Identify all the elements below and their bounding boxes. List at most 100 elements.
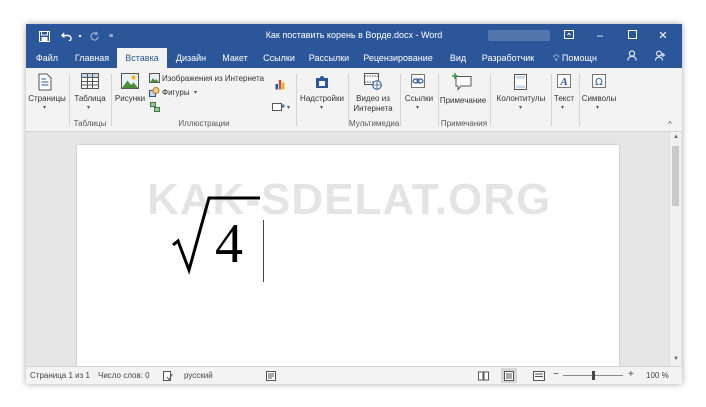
- addins-dropdown-icon: ▾: [320, 105, 324, 111]
- vertical-scrollbar[interactable]: ▲ ▼: [669, 132, 681, 366]
- tab-view[interactable]: Вид: [444, 48, 472, 68]
- scrollbar-thumb[interactable]: [672, 146, 679, 206]
- maximize-icon[interactable]: [623, 28, 641, 44]
- shapes-icon: [149, 87, 160, 97]
- account-icon[interactable]: [624, 48, 640, 68]
- pages-icon: [38, 73, 52, 91]
- radicand: 4: [215, 213, 243, 275]
- undo-icon[interactable]: [58, 28, 76, 44]
- tab-design[interactable]: Дизайн: [171, 48, 211, 68]
- comment-label: Примечание: [439, 96, 487, 105]
- document-area: KAK-SDELAT.ORG 4 ▲ ▼: [26, 132, 682, 366]
- online-video-label-1: Видео из: [356, 94, 390, 103]
- lightbulb-icon: 💡︎: [553, 53, 560, 63]
- read-mode-icon[interactable]: [478, 371, 489, 381]
- symbols-icon: Ω: [592, 74, 606, 88]
- account-name-blurred: [488, 30, 550, 41]
- header-footer-label: Колонтитулы: [496, 94, 546, 103]
- table-dropdown-icon: ▾: [87, 105, 91, 111]
- ribbon: Страницы ▾ Таблица ▾ Таблицы Рисунки Изо…: [26, 68, 682, 132]
- text-label: Текст: [553, 94, 575, 103]
- chart-icon[interactable]: [275, 78, 285, 90]
- undo-dropdown-icon[interactable]: ▾: [76, 28, 84, 44]
- tab-review[interactable]: Рецензирование: [358, 48, 438, 68]
- word-window: ▾ ≡ Как поставить корень в Ворде.docx - …: [26, 24, 682, 384]
- online-pictures-icon: [149, 73, 160, 83]
- tell-me-box[interactable]: 💡︎ Помощн: [548, 48, 602, 68]
- scroll-down-icon[interactable]: ▼: [670, 356, 682, 362]
- online-video-icon: [364, 73, 382, 90]
- addins-icon: [316, 76, 328, 88]
- status-bar: Страница 1 из 1 Число слов: 0 русский − …: [26, 366, 682, 384]
- proofing-icon[interactable]: [163, 371, 173, 381]
- print-layout-button[interactable]: [501, 368, 517, 383]
- text-cursor: [263, 220, 264, 282]
- group-label-tables: Таблицы: [73, 119, 107, 128]
- share-icon[interactable]: [652, 48, 668, 68]
- page-count[interactable]: Страница 1 из 1: [30, 371, 90, 380]
- pictures-icon: [121, 73, 139, 89]
- tab-mailings[interactable]: Рассылки: [306, 48, 352, 68]
- document-title: Как поставить корень в Ворде.docx - Word: [265, 30, 443, 40]
- zoom-level[interactable]: 100 %: [646, 371, 669, 380]
- links-dropdown-icon: ▾: [416, 105, 420, 111]
- ribbon-tabs: Файл Главная Вставка Дизайн Макет Ссылки…: [26, 48, 682, 68]
- tab-insert[interactable]: Вставка: [117, 48, 167, 68]
- shapes-label: Фигуры: [162, 88, 190, 97]
- symbols-dropdown-icon: ▾: [596, 105, 600, 111]
- save-icon[interactable]: [36, 28, 52, 44]
- group-label-illustrations: Иллюстрации: [178, 119, 230, 128]
- online-video-label-2: Интернета: [353, 104, 393, 113]
- screenshot-dropdown-icon: ▾: [287, 105, 291, 111]
- ribbon-separator: [296, 74, 297, 126]
- table-label: Таблица: [74, 94, 106, 103]
- collapse-ribbon-icon[interactable]: ^: [668, 120, 672, 129]
- tab-developer[interactable]: Разработчик: [478, 48, 538, 68]
- minimize-icon[interactable]: –: [591, 28, 609, 44]
- shapes-dropdown-icon: ▾: [194, 90, 198, 96]
- links-label: Ссылки: [404, 94, 434, 103]
- tab-home[interactable]: Главная: [70, 48, 114, 68]
- text-dropdown-icon: ▾: [561, 105, 565, 111]
- group-label-comments: Примечания: [440, 119, 488, 128]
- svg-text:A: A: [559, 76, 567, 88]
- close-icon[interactable]: ✕: [654, 28, 672, 44]
- title-bar: ▾ ≡ Как поставить корень в Ворде.docx - …: [26, 24, 682, 48]
- zoom-out-button[interactable]: −: [553, 369, 559, 380]
- ribbon-separator: [400, 74, 401, 126]
- pages-dropdown-icon: ▾: [43, 105, 47, 111]
- screenshot-icon[interactable]: [272, 102, 286, 111]
- tab-layout[interactable]: Макет: [217, 48, 253, 68]
- print-layout-icon: [504, 371, 514, 381]
- pictures-label: Рисунки: [114, 94, 146, 103]
- symbols-label: Символы: [581, 94, 617, 103]
- zoom-in-button[interactable]: +: [628, 369, 634, 380]
- links-icon: [411, 74, 425, 88]
- scroll-up-icon[interactable]: ▲: [670, 134, 682, 140]
- word-count[interactable]: Число слов: 0: [98, 371, 150, 380]
- text-icon: A: [557, 74, 571, 88]
- language-indicator[interactable]: русский: [184, 371, 213, 380]
- header-footer-icon: [514, 74, 527, 90]
- redo-icon[interactable]: [86, 28, 102, 44]
- ribbon-display-options-icon[interactable]: [560, 28, 578, 44]
- customize-toolbar-icon[interactable]: ≡: [106, 28, 116, 44]
- header-footer-dropdown-icon: ▾: [519, 105, 523, 111]
- web-layout-icon[interactable]: [533, 371, 545, 381]
- tab-file[interactable]: Файл: [30, 48, 64, 68]
- square-root-equation[interactable]: 4: [171, 190, 261, 280]
- pages-label: Страницы: [28, 94, 66, 103]
- comment-icon: [452, 73, 472, 91]
- document-page[interactable]: KAK-SDELAT.ORG 4: [77, 145, 619, 366]
- zoom-slider-track[interactable]: [563, 371, 623, 380]
- svg-text:Ω: Ω: [595, 77, 603, 88]
- group-label-media: Мультимедиа: [349, 119, 400, 128]
- zoom-slider-thumb[interactable]: [591, 371, 595, 380]
- online-pictures-label: Изображения из Интернета: [162, 74, 265, 83]
- tab-references[interactable]: Ссылки: [259, 48, 299, 68]
- table-icon: [81, 73, 99, 89]
- track-changes-icon[interactable]: [266, 371, 276, 381]
- ribbon-separator: [490, 74, 491, 126]
- smartart-icon[interactable]: [150, 102, 160, 112]
- addins-label: Надстройки: [300, 94, 344, 103]
